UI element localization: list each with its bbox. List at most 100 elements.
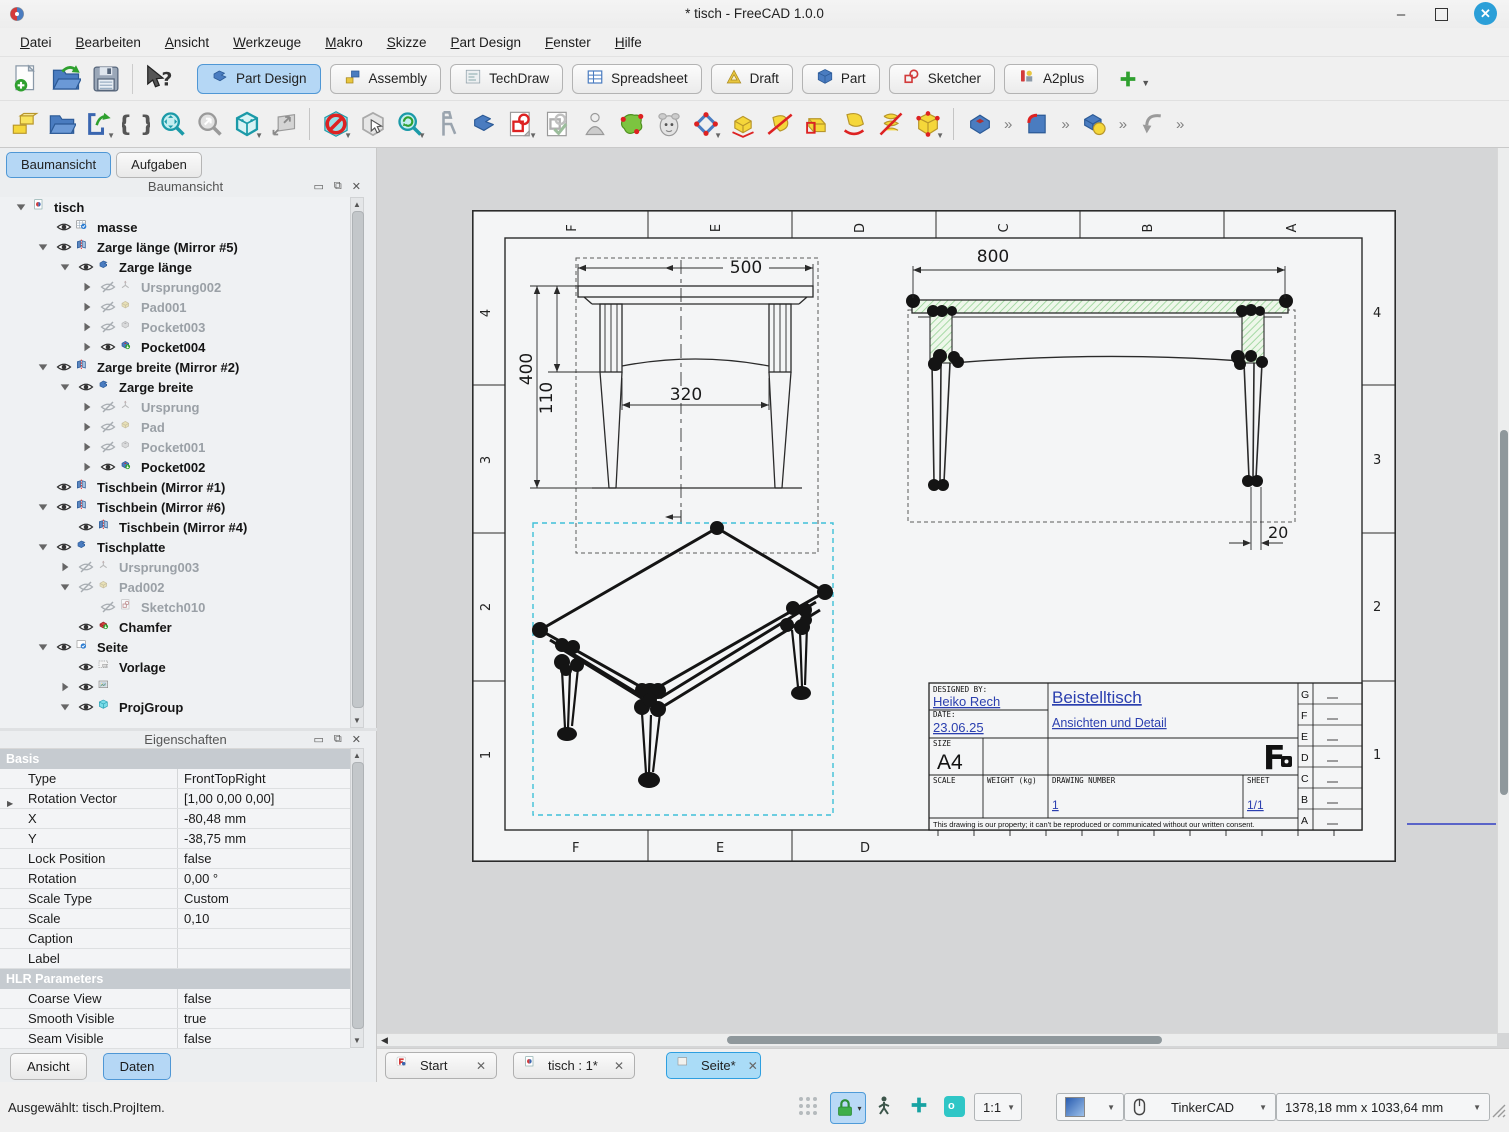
undo-icon[interactable]: [1133, 104, 1170, 144]
tree-item-tischbein-mirror-1-[interactable]: Tischbein (Mirror #1): [0, 477, 350, 497]
visibility-on-icon[interactable]: [75, 659, 96, 675]
tree-item-pad[interactable]: Pad: [0, 417, 350, 437]
tree-item-sketch010[interactable]: Sketch010: [0, 597, 350, 617]
expand-arrow-icon[interactable]: [76, 281, 97, 293]
visibility-on-icon[interactable]: [53, 239, 74, 255]
axonometric-icon[interactable]: ▼: [228, 104, 265, 144]
collapse-arrow-icon[interactable]: [54, 581, 75, 593]
tree-item-vorlage[interactable]: Vorlage: [0, 657, 350, 677]
additive-loft-icon[interactable]: [835, 104, 872, 144]
fit-all-icon[interactable]: [154, 104, 191, 144]
horizontal-scrollbar[interactable]: ◀: [377, 1033, 1497, 1046]
workbench-a2plus[interactable]: A2plus: [1004, 64, 1098, 94]
revolution-icon[interactable]: [761, 104, 798, 144]
close-tab-icon[interactable]: ✕: [614, 1059, 624, 1073]
visibility-off-icon[interactable]: [97, 319, 118, 335]
main-3d-view[interactable]: FEDCBA43214321FED: [377, 148, 1509, 1048]
menu-datei[interactable]: Datei: [8, 31, 64, 54]
visibility-on-icon[interactable]: [53, 539, 74, 555]
tree-item-pocket003[interactable]: Pocket003: [0, 317, 350, 337]
property-value[interactable]: 0,10: [178, 909, 350, 928]
menu-makro[interactable]: Makro: [313, 31, 375, 54]
grid-snap-icon[interactable]: [796, 1094, 820, 1121]
create-sketch-icon[interactable]: ▼: [502, 104, 539, 144]
collapse-arrow-icon[interactable]: [32, 641, 53, 653]
property-value[interactable]: false: [178, 1029, 350, 1048]
pocket-icon[interactable]: [961, 104, 998, 144]
visibility-on-icon[interactable]: [75, 519, 96, 535]
property-value[interactable]: [1,00 0,00 0,00]: [178, 789, 350, 808]
visibility-off-icon[interactable]: [75, 579, 96, 595]
visibility-off-icon[interactable]: [97, 599, 118, 615]
collapse-arrow-icon[interactable]: [54, 701, 75, 713]
view-dimensions-dropdown[interactable]: 1378,18 mm x 1033,64 mm▼: [1276, 1093, 1490, 1121]
add-view-icon[interactable]: [908, 1094, 930, 1119]
collapse-arrow-icon[interactable]: [32, 541, 53, 553]
zoom-sel-icon[interactable]: [191, 104, 228, 144]
tree-item-ursprung[interactable]: Ursprung: [0, 397, 350, 417]
open-folder2-icon[interactable]: [43, 104, 80, 144]
visibility-on-icon[interactable]: [75, 379, 96, 395]
collapse-arrow-icon[interactable]: [54, 261, 75, 273]
undock-panel-icon[interactable]: ⧉: [334, 733, 342, 746]
drawing-title[interactable]: Beistelltisch: [1052, 688, 1142, 707]
expand-arrow-icon[interactable]: [76, 461, 97, 473]
tree-item-ursprung002[interactable]: Ursprung002: [0, 277, 350, 297]
doc-tab-start[interactable]: Start✕: [385, 1052, 497, 1079]
tree-item-pocket004[interactable]: Pocket004: [0, 337, 350, 357]
property-value[interactable]: -38,75 mm: [178, 829, 350, 848]
datum-surface-icon[interactable]: [613, 104, 650, 144]
validate-sketch-icon[interactable]: [539, 104, 576, 144]
body-builder-icon[interactable]: [6, 104, 43, 144]
tree-item-projgroup[interactable]: ProjGroup: [0, 697, 350, 717]
menu-ansicht[interactable]: Ansicht: [153, 31, 221, 54]
tree-scrollbar[interactable]: ▲ ▼: [350, 197, 364, 728]
panel-splitter[interactable]: [0, 728, 377, 731]
tab-daten[interactable]: Daten: [103, 1053, 172, 1080]
open-folder-icon[interactable]: [46, 60, 86, 98]
menu-hilfe[interactable]: Hilfe: [603, 31, 654, 54]
vertical-scrollbar[interactable]: [1497, 148, 1509, 1033]
visibility-off-icon[interactable]: [97, 279, 118, 295]
tree-item-tischbein-mirror-4-[interactable]: Tischbein (Mirror #4): [0, 517, 350, 537]
workbench-assembly[interactable]: Assembly: [330, 64, 442, 94]
nav-style-dropdown[interactable]: TinkerCAD▼: [1124, 1093, 1276, 1121]
tree-item-zarge-l-nge[interactable]: Zarge länge: [0, 257, 350, 277]
workbench-draft[interactable]: Draft: [711, 64, 793, 94]
tree-item-zarge-breite-mirror-2-[interactable]: Zarge breite (Mirror #2): [0, 357, 350, 377]
title-block[interactable]: DESIGNED BY: DATE: SIZE SCALE WEIGHT (kg…: [929, 683, 1362, 836]
menu-skizze[interactable]: Skizze: [375, 31, 439, 54]
boolean-icon[interactable]: [1076, 104, 1113, 144]
tree-item-zarge-breite[interactable]: Zarge breite: [0, 377, 350, 397]
save-icon[interactable]: [86, 60, 126, 98]
drawing-subtitle[interactable]: Ansichten und Detail: [1052, 716, 1167, 730]
pad-icon[interactable]: [724, 104, 761, 144]
property-value[interactable]: false: [178, 849, 350, 868]
workbench-part[interactable]: Part: [802, 64, 880, 94]
export-icon[interactable]: ▼: [80, 104, 117, 144]
close-panel-icon[interactable]: ✕: [352, 733, 361, 746]
visibility-on-icon[interactable]: [75, 699, 96, 715]
expand-arrow-icon[interactable]: [76, 341, 97, 353]
expand-arrow-icon[interactable]: [76, 421, 97, 433]
visibility-on-icon[interactable]: [53, 499, 74, 515]
visibility-off-icon[interactable]: [97, 299, 118, 315]
property-value[interactable]: false: [178, 989, 350, 1008]
expand-arrow-icon[interactable]: [76, 321, 97, 333]
visibility-on-icon[interactable]: [75, 619, 96, 635]
primitive-box-icon[interactable]: ▼: [909, 104, 946, 144]
drawing-number-value[interactable]: 1: [1052, 798, 1059, 812]
panel-tab-aufgaben[interactable]: Aufgaben: [116, 152, 202, 178]
workbench-techdraw[interactable]: TechDraw: [450, 64, 563, 94]
tree-item-masse[interactable]: masse: [0, 217, 350, 237]
visibility-on-icon[interactable]: [75, 679, 96, 695]
designed-by-value[interactable]: Heiko Rech: [933, 694, 1000, 709]
tree-item-pad001[interactable]: Pad001: [0, 297, 350, 317]
doc-tab-seite-[interactable]: Seite*✕: [666, 1052, 761, 1079]
tree-item-seite[interactable]: Seite: [0, 637, 350, 657]
property-value[interactable]: 0,00 °: [178, 869, 350, 888]
property-value[interactable]: true: [178, 1009, 350, 1028]
clip-plane-icon[interactable]: ▼: [317, 104, 354, 144]
collapse-arrow-icon[interactable]: [32, 361, 53, 373]
new-file-icon[interactable]: [6, 60, 46, 98]
